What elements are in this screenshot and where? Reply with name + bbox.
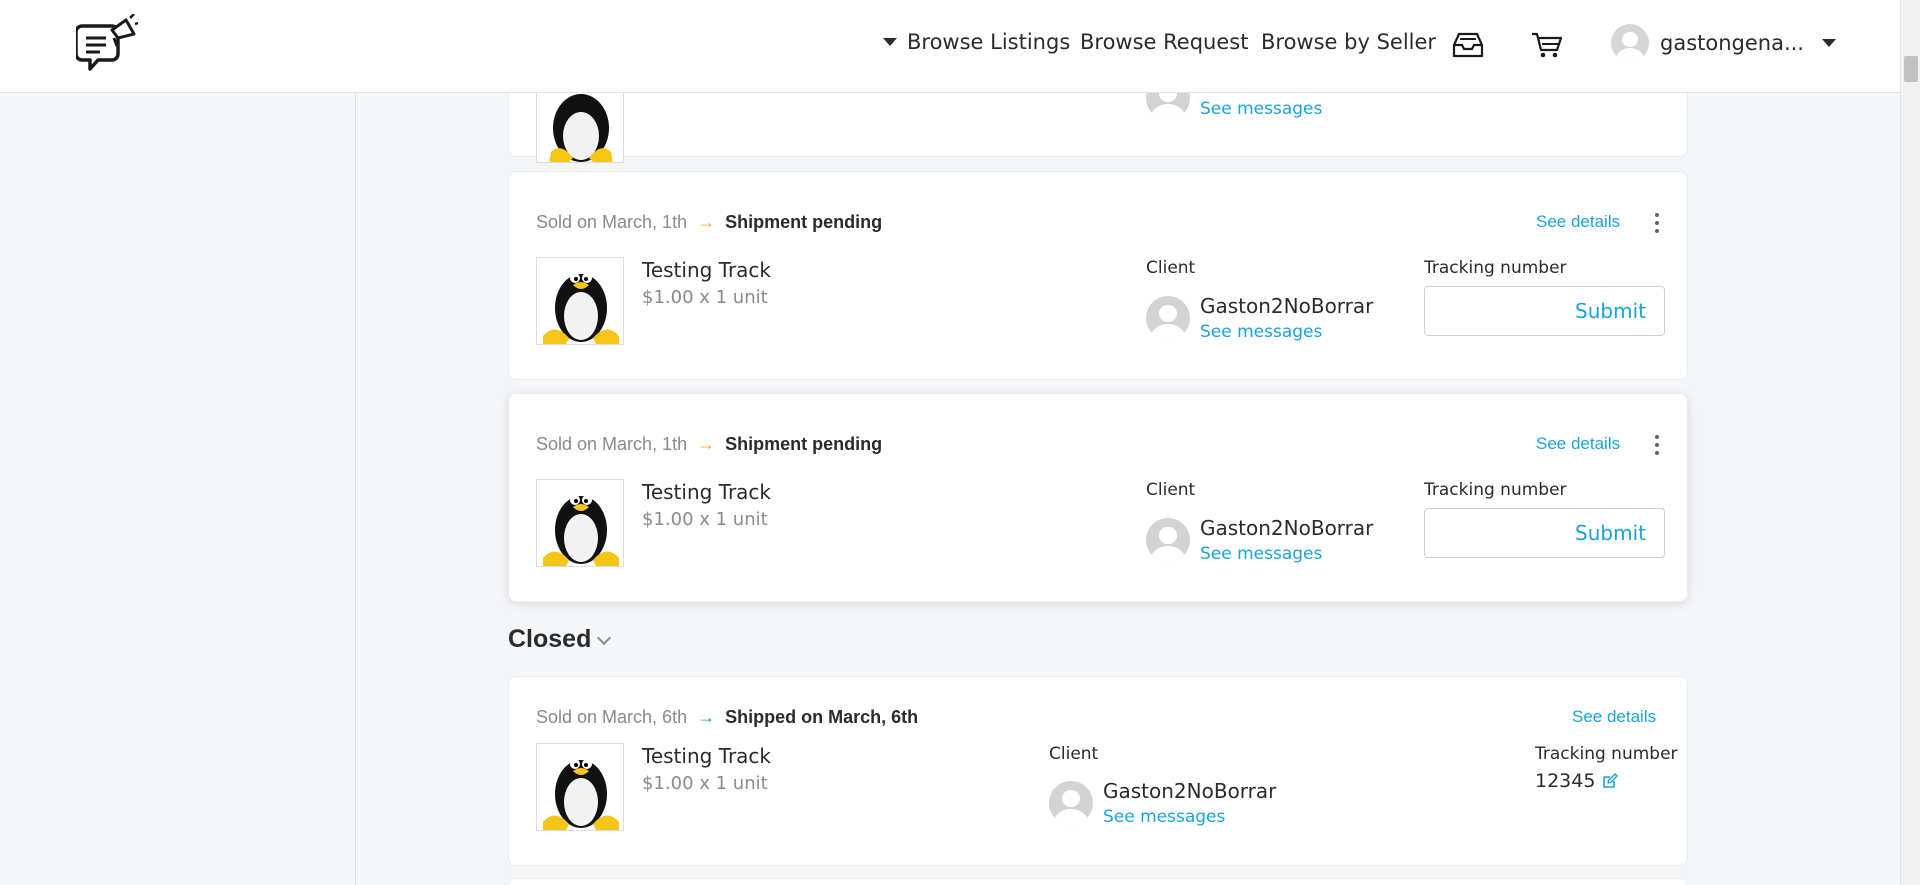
client-avatar [1146, 518, 1190, 562]
cart-icon[interactable] [1530, 30, 1564, 60]
see-messages-link[interactable]: See messages [1103, 807, 1225, 827]
tracking-number-label: Tracking number [1424, 258, 1567, 278]
nav-browse-listings-label: Browse Listings [907, 30, 1071, 54]
tracking-number-input[interactable]: Submit [1424, 286, 1665, 336]
sold-date: Sold on March, 1th [536, 434, 688, 454]
client-name: Gaston2NoBorrar [1103, 779, 1277, 803]
tracking-number-input[interactable]: Submit [1424, 508, 1665, 558]
order-status-line: Sold on March, 1th → Shipment pending [536, 212, 882, 233]
status-label: Shipment pending [725, 212, 883, 232]
client-avatar [1049, 781, 1093, 825]
order-card [508, 878, 1688, 885]
see-details-link[interactable]: See details [1536, 212, 1620, 232]
edit-icon[interactable] [1602, 773, 1618, 789]
order-card: Sold on March, 6th → Shipped on March, 6… [508, 676, 1688, 866]
penguin-image [543, 273, 619, 344]
sidebar [0, 93, 356, 885]
user-menu[interactable]: gastongena... [1611, 24, 1836, 62]
chevron-down-icon [1822, 39, 1836, 47]
client-avatar [1146, 296, 1190, 340]
client-label: Client [1146, 258, 1196, 278]
product-name: Testing Track [642, 258, 772, 282]
sold-date: Sold on March, 6th [536, 707, 688, 727]
product-thumbnail[interactable] [536, 479, 624, 567]
product-name: Testing Track [642, 480, 772, 504]
order-card: Sold on March, 1th → Shipment pending Se… [508, 393, 1688, 602]
penguin-image [543, 759, 619, 830]
sold-date: Sold on March, 1th [536, 212, 688, 232]
arrow-right-icon: → [697, 212, 716, 232]
nav-browse-request[interactable]: Browse Request [1080, 30, 1248, 54]
tracking-number-label: Tracking number [1424, 480, 1567, 500]
status-label: Shipped on March, 6th [725, 707, 919, 727]
see-messages-link[interactable]: See messages [1200, 322, 1322, 342]
status-label: Shipment pending [725, 434, 883, 454]
order-status-line: Sold on March, 1th → Shipment pending [536, 434, 882, 455]
caret-down-icon [883, 38, 897, 46]
penguin-image [543, 495, 619, 566]
top-header: Browse Listings Browse Request Browse by… [0, 0, 1900, 93]
chat-megaphone-logo[interactable] [76, 14, 138, 80]
product-price: $1.00 x 1 unit [642, 287, 768, 308]
tracking-number-label: Tracking number [1535, 744, 1678, 764]
tracking-number-value: 12345 [1535, 770, 1596, 792]
scrollbar[interactable] [1900, 0, 1920, 885]
submit-button[interactable]: Submit [1575, 521, 1646, 545]
order-card: Sold on March, 1th → Shipment pending Se… [508, 171, 1688, 380]
see-messages-link[interactable]: See messages [1200, 544, 1322, 564]
chevron-down-icon [597, 630, 612, 645]
client-name: Gaston2NoBorrar [1200, 516, 1374, 540]
client-name: Gaston2NoBorrar [1200, 294, 1374, 318]
inbox-icon[interactable] [1451, 30, 1485, 60]
closed-section-title: Closed [508, 625, 592, 653]
arrow-right-icon: → [697, 707, 716, 727]
see-details-link[interactable]: See details [1572, 707, 1656, 727]
product-price: $1.00 x 1 unit [642, 773, 768, 794]
client-label: Client [1146, 480, 1196, 500]
product-thumbnail[interactable] [536, 743, 624, 831]
product-name: Testing Track [642, 744, 772, 768]
nav-browse-by-seller[interactable]: Browse by Seller [1261, 30, 1436, 54]
submit-button[interactable]: Submit [1575, 299, 1646, 323]
product-thumbnail[interactable] [536, 257, 624, 345]
more-options-icon[interactable] [1647, 211, 1667, 235]
client-label: Client [1049, 744, 1099, 764]
more-options-icon[interactable] [1647, 433, 1667, 457]
see-details-link[interactable]: See details [1536, 434, 1620, 454]
see-messages-link[interactable]: See messages [1200, 99, 1322, 119]
arrow-right-icon: → [697, 434, 716, 454]
scroll-thumb[interactable] [1904, 56, 1918, 82]
nav-browse-listings[interactable]: Browse Listings [883, 30, 1070, 54]
user-name: gastongena... [1660, 31, 1804, 55]
avatar [1611, 24, 1649, 62]
product-price: $1.00 x 1 unit [642, 509, 768, 530]
closed-section-toggle[interactable]: Closed [508, 625, 612, 654]
order-status-line: Sold on March, 6th → Shipped on March, 6… [536, 707, 918, 728]
